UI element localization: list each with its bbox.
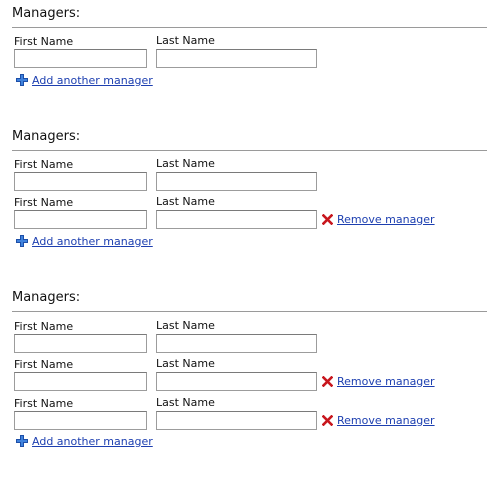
remove-manager-label: Remove manager	[337, 212, 435, 226]
first-name-label: First Name	[14, 35, 74, 48]
x-icon	[322, 414, 333, 426]
remove-manager-link[interactable]: Remove manager	[322, 413, 435, 427]
manager-row-3: First Name Last Name Remove manager	[0, 396, 500, 433]
last-name-input[interactable]	[156, 49, 317, 68]
manager-row-1: First Name Last Name	[0, 319, 500, 356]
remove-manager-link[interactable]: Remove manager	[322, 212, 435, 226]
first-name-label: First Name	[14, 397, 74, 410]
last-name-input[interactable]	[156, 334, 317, 353]
first-name-label: First Name	[14, 320, 74, 333]
first-name-input[interactable]	[14, 372, 147, 391]
section-divider	[12, 311, 487, 312]
x-icon	[322, 213, 333, 225]
section-title: Managers:	[12, 6, 81, 21]
x-icon	[322, 375, 333, 387]
add-manager-label: Add another manager	[32, 73, 153, 87]
last-name-input[interactable]	[156, 372, 317, 391]
managers-section-3: Managers: First Name Last Name First Nam…	[0, 290, 500, 455]
last-name-label: Last Name	[156, 319, 215, 332]
manager-row-2: First Name Last Name Remove manager	[0, 195, 500, 232]
last-name-label: Last Name	[156, 34, 215, 47]
managers-section-1: Managers: First Name Last Name Add anoth…	[0, 6, 500, 91]
add-manager-label: Add another manager	[32, 234, 153, 248]
section-title: Managers:	[12, 290, 81, 305]
add-manager-link[interactable]: Add another manager	[16, 234, 153, 248]
managers-section-2: Managers: First Name Last Name First Nam…	[0, 129, 500, 254]
last-name-input[interactable]	[156, 411, 317, 430]
first-name-input[interactable]	[14, 210, 147, 229]
remove-manager-label: Remove manager	[337, 374, 435, 388]
first-name-input[interactable]	[14, 411, 147, 430]
first-name-input[interactable]	[14, 172, 147, 191]
plus-icon	[16, 74, 28, 86]
plus-icon	[16, 435, 28, 447]
first-name-input[interactable]	[14, 49, 147, 68]
first-name-label: First Name	[14, 158, 74, 171]
last-name-label: Last Name	[156, 396, 215, 409]
manager-row-2: First Name Last Name Remove manager	[0, 357, 500, 394]
section-title: Managers:	[12, 129, 81, 144]
add-manager-link[interactable]: Add another manager	[16, 73, 153, 87]
last-name-label: Last Name	[156, 157, 215, 170]
manager-row-1: First Name Last Name	[0, 157, 500, 194]
add-manager-link[interactable]: Add another manager	[16, 434, 153, 448]
section-divider	[12, 27, 487, 28]
manager-row-1: First Name Last Name	[0, 34, 500, 71]
remove-manager-link[interactable]: Remove manager	[322, 374, 435, 388]
add-manager-label: Add another manager	[32, 434, 153, 448]
first-name-label: First Name	[14, 358, 74, 371]
first-name-label: First Name	[14, 196, 74, 209]
section-divider	[12, 150, 487, 151]
first-name-input[interactable]	[14, 334, 147, 353]
remove-manager-label: Remove manager	[337, 413, 435, 427]
last-name-input[interactable]	[156, 172, 317, 191]
last-name-label: Last Name	[156, 195, 215, 208]
plus-icon	[16, 235, 28, 247]
last-name-label: Last Name	[156, 357, 215, 370]
last-name-input[interactable]	[156, 210, 317, 229]
